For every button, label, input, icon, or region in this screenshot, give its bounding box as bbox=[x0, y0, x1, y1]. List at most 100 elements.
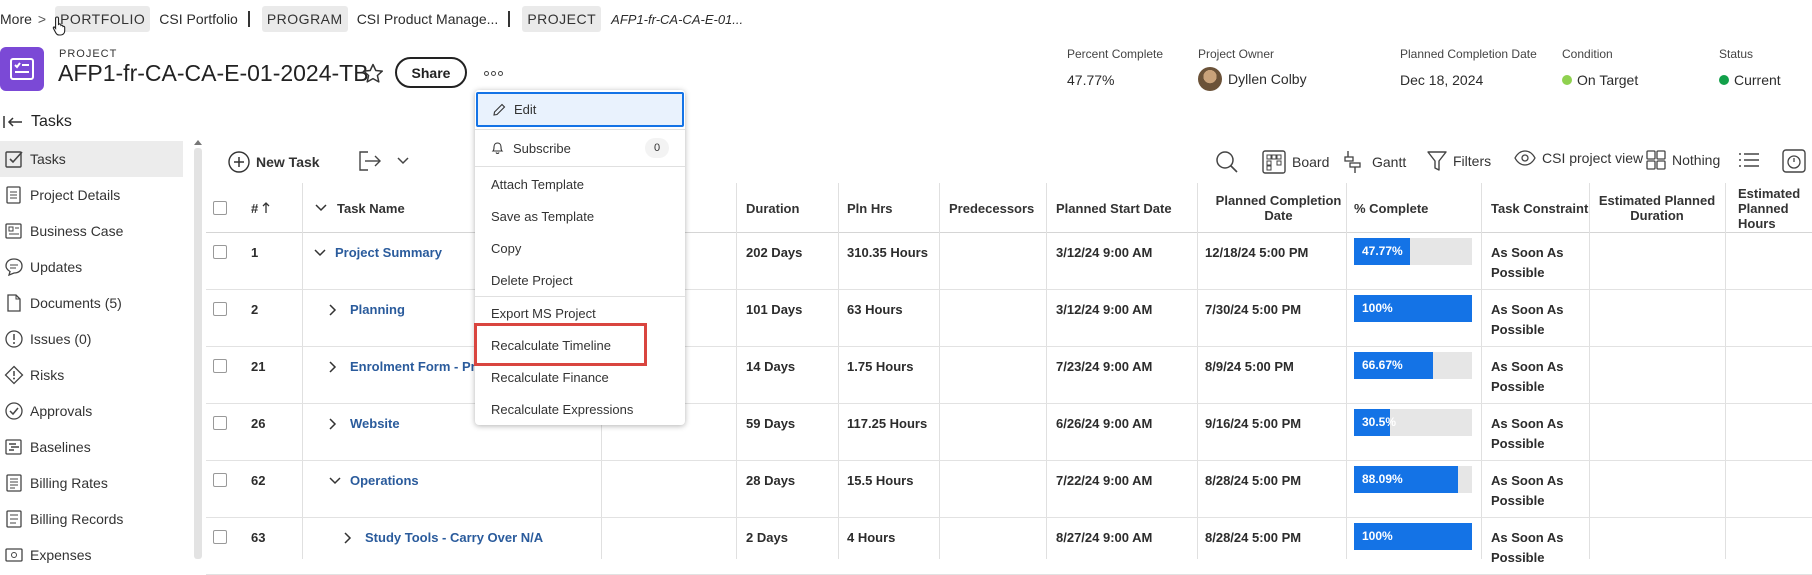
filter-funnel-icon bbox=[1427, 150, 1453, 172]
project-owner-value[interactable]: Dyllen Colby bbox=[1198, 67, 1307, 91]
row-checkbox[interactable] bbox=[213, 245, 227, 259]
share-button[interactable]: Share bbox=[395, 57, 467, 88]
sidebar-item-expenses[interactable]: Expenses bbox=[0, 537, 183, 573]
row-checkbox[interactable] bbox=[213, 416, 227, 430]
collapse-panel-icon[interactable] bbox=[3, 115, 23, 129]
plus-circle-icon bbox=[228, 151, 250, 173]
header-planned-start[interactable]: Planned Start Date bbox=[1056, 183, 1172, 233]
chevron-right-icon[interactable] bbox=[329, 361, 337, 373]
header-planned-completion[interactable]: Planned Completion Date bbox=[1211, 183, 1346, 233]
planned-completion-value: 12/18/24 5:00 PM bbox=[1205, 245, 1309, 260]
timer-icon[interactable] bbox=[1782, 149, 1812, 173]
avatar bbox=[1198, 67, 1222, 91]
filters-label: Filters bbox=[1453, 153, 1492, 169]
row-checkbox[interactable] bbox=[213, 473, 227, 487]
bell-icon bbox=[491, 141, 504, 155]
table-row[interactable]: 21 Enrolment Form - Pr 14 Days 1.75 Hours 7/… bbox=[206, 347, 1812, 404]
header-percent-complete[interactable]: % Complete bbox=[1354, 183, 1428, 233]
chevron-down-icon[interactable] bbox=[314, 249, 326, 257]
sidebar-item-updates[interactable]: Updates bbox=[0, 249, 183, 285]
task-name-link[interactable]: Enrolment Form - Pr bbox=[350, 357, 476, 377]
menu-item-subscribe[interactable]: Subscribe 0 bbox=[475, 132, 685, 164]
tasks-panel-title: Tasks bbox=[31, 113, 72, 130]
sidebar-item-project-details[interactable]: Project Details bbox=[0, 177, 183, 213]
header-est-planned-hours[interactable]: Estimated Planned Hours bbox=[1728, 183, 1812, 233]
row-checkbox[interactable] bbox=[213, 530, 227, 544]
chevron-right-icon[interactable] bbox=[329, 418, 337, 430]
board-button[interactable]: Board bbox=[1262, 150, 1329, 174]
task-name-link[interactable]: Operations bbox=[350, 471, 419, 491]
scroll-up-arrow-icon[interactable] bbox=[194, 140, 202, 145]
select-all-checkbox[interactable] bbox=[213, 201, 227, 215]
search-icon[interactable] bbox=[1215, 150, 1245, 174]
header-duration[interactable]: Duration bbox=[746, 183, 799, 233]
star-icon[interactable] bbox=[362, 63, 384, 84]
collapse-all-chevron-icon[interactable] bbox=[315, 204, 327, 212]
view-label: CSI project view bbox=[1542, 150, 1644, 166]
sidebar-item-billing-rates[interactable]: Billing Rates bbox=[0, 465, 183, 501]
sidebar-item-business-case[interactable]: Business Case bbox=[0, 213, 183, 249]
status-dot-icon bbox=[1719, 75, 1729, 85]
sidebar-item-label: Documents (5) bbox=[30, 295, 122, 311]
list-view-icon[interactable] bbox=[1738, 152, 1766, 168]
sidebar-item-risks[interactable]: Risks bbox=[0, 357, 183, 393]
row-checkbox[interactable] bbox=[213, 302, 227, 316]
breadcrumb-more[interactable]: More bbox=[0, 11, 32, 27]
header-pln-hrs[interactable]: Pln Hrs bbox=[847, 183, 893, 233]
menu-item-delete-project[interactable]: Delete Project bbox=[475, 264, 685, 296]
row-checkbox[interactable] bbox=[213, 359, 227, 373]
sidebar-item-billing-records[interactable]: Billing Records bbox=[0, 501, 183, 537]
more-options-icon[interactable] bbox=[478, 62, 508, 84]
menu-item-edit[interactable]: Edit bbox=[476, 92, 684, 127]
sidebar-item-approvals[interactable]: Approvals bbox=[0, 393, 183, 429]
table-row[interactable]: 63 Study Tools - Carry Over N/A 2 Days 4 Ho… bbox=[206, 518, 1812, 575]
task-name-link[interactable]: Website bbox=[350, 414, 400, 434]
task-name-link[interactable]: Planning bbox=[350, 300, 405, 320]
chevron-right-icon[interactable] bbox=[329, 304, 337, 316]
chevron-down-icon[interactable] bbox=[397, 157, 409, 165]
export-icon[interactable] bbox=[358, 151, 382, 171]
view-selector[interactable]: CSI project view bbox=[1514, 150, 1643, 166]
menu-item-copy[interactable]: Copy bbox=[475, 232, 685, 264]
table-row[interactable]: 62 Operations 28 Days 15.5 Hours 7/22/24 9:0… bbox=[206, 461, 1812, 518]
chevron-down-icon[interactable] bbox=[329, 477, 341, 485]
task-constraint-line2: Possible bbox=[1491, 265, 1545, 280]
status-value[interactable]: Current bbox=[1719, 72, 1781, 88]
condition-value[interactable]: On Target bbox=[1562, 72, 1638, 88]
table-row[interactable]: 1 Project Summary 202 Days 310.35 Hours 3/12… bbox=[206, 233, 1812, 290]
header-predecessors[interactable]: Predecessors bbox=[949, 183, 1034, 233]
sort-ascending-icon bbox=[262, 202, 270, 214]
breadcrumb-program-link[interactable]: CSI Product Manage... bbox=[357, 11, 499, 27]
sidebar-item-label: Expenses bbox=[30, 547, 92, 563]
sidebar-item-issues[interactable]: Issues (0) bbox=[0, 321, 183, 357]
sidebar-item-baselines[interactable]: Baselines bbox=[0, 429, 183, 465]
new-task-button[interactable]: New Task bbox=[228, 151, 320, 173]
table-row[interactable]: 26 Website 59 Days 117.25 Hours 6/26/24 9:00… bbox=[206, 404, 1812, 461]
header-est-planned-duration[interactable]: Estimated Planned Duration bbox=[1589, 183, 1725, 233]
header-num[interactable]: # bbox=[251, 183, 270, 233]
filters-button[interactable]: Filters bbox=[1427, 150, 1491, 172]
gantt-button[interactable]: Gantt bbox=[1344, 150, 1406, 174]
menu-item-save-as-template[interactable]: Save as Template bbox=[475, 200, 685, 232]
sidebar-item-label: Project Details bbox=[30, 187, 121, 203]
table-row[interactable]: 2 Planning 101 Days 63 Hours 3/12/24 9:00 AM… bbox=[206, 290, 1812, 347]
annotation-highlight-box bbox=[474, 323, 647, 366]
planned-start-value: 3/12/24 9:00 AM bbox=[1056, 302, 1153, 317]
header-task-name[interactable]: Task Name bbox=[315, 183, 405, 233]
task-constraint-line2: Possible bbox=[1491, 322, 1545, 337]
grouping-selector[interactable]: Nothing bbox=[1646, 150, 1720, 170]
menu-item-attach-template[interactable]: Attach Template bbox=[475, 168, 685, 200]
task-name-link[interactable]: Project Summary bbox=[335, 243, 442, 263]
task-constraint-line1: As Soon As bbox=[1491, 359, 1564, 374]
task-name-link[interactable]: Study Tools - Carry Over N/A bbox=[365, 528, 543, 548]
task-constraint-line1: As Soon As bbox=[1491, 530, 1564, 545]
sidebar-item-documents[interactable]: Documents (5) bbox=[0, 285, 183, 321]
breadcrumb-portfolio-link[interactable]: CSI Portfolio bbox=[159, 11, 238, 27]
duration-value: 14 Days bbox=[746, 359, 796, 374]
header-task-constraint[interactable]: Task Constraint bbox=[1491, 183, 1588, 233]
sidebar-item-tasks[interactable]: Tasks bbox=[0, 141, 183, 177]
sidebar-scrollbar[interactable] bbox=[194, 148, 202, 559]
checkbox-icon bbox=[4, 149, 30, 169]
menu-item-recalculate-expressions[interactable]: Recalculate Expressions bbox=[475, 393, 685, 425]
chevron-right-icon[interactable] bbox=[344, 532, 352, 544]
